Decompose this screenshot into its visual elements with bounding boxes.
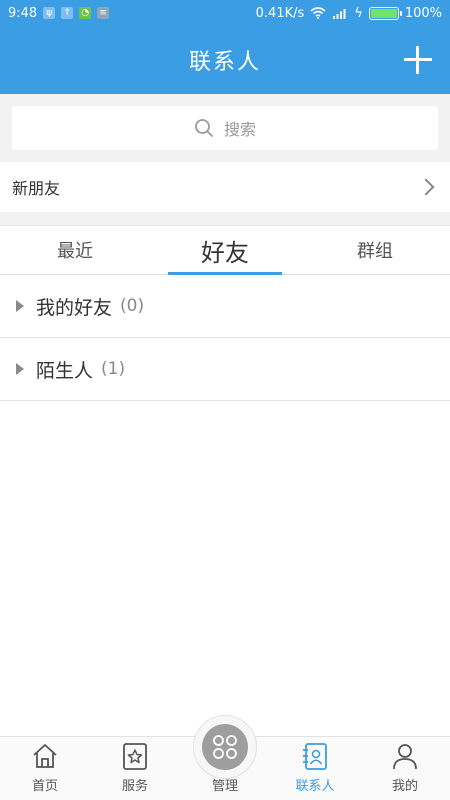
search-icon xyxy=(195,119,213,137)
search-placeholder: 搜索 xyxy=(223,120,256,139)
status-time: 9:48 xyxy=(8,5,38,21)
tabbar-service[interactable]: 服务 xyxy=(90,737,180,800)
bottom-tab-bar: 首页 服务 管理 联系人 我的 xyxy=(0,715,450,800)
group-row-strangers[interactable]: 陌生人 (1) xyxy=(0,338,450,401)
search-input[interactable]: 搜索 xyxy=(12,106,438,150)
tabbar-label: 我的 xyxy=(391,779,418,794)
upload-icon: ↑ xyxy=(61,7,74,19)
tabbar-label: 服务 xyxy=(121,779,148,794)
wifi-icon xyxy=(310,7,326,19)
group-row-my-friends[interactable]: 我的好友 (0) xyxy=(0,275,450,338)
tabbar-label: 首页 xyxy=(31,779,58,794)
notes-icon: ≡ xyxy=(97,7,110,19)
friend-group-list: 我的好友 (0) 陌生人 (1) xyxy=(0,275,450,736)
tabbar-label: 联系人 xyxy=(295,779,335,794)
group-count: (0) xyxy=(120,296,145,316)
signal-icon xyxy=(333,9,346,19)
new-friend-label: 新朋友 xyxy=(12,179,61,198)
status-bar: 9:48 ψ ↑ ◔ ≡ 0.41K/s ϟ 100% xyxy=(0,0,450,26)
tab-recent[interactable]: 最近 xyxy=(0,226,150,274)
battery-icon xyxy=(368,6,402,20)
network-speed: 0.41K/s xyxy=(255,5,305,21)
new-friend-row[interactable]: 新朋友 xyxy=(0,162,450,212)
tabbar-home[interactable]: 首页 xyxy=(0,737,90,800)
manage-grid-icon xyxy=(202,724,248,770)
user-icon xyxy=(393,744,417,770)
section-divider xyxy=(0,212,450,225)
expand-triangle-icon xyxy=(16,300,24,312)
status-left: 9:48 ψ ↑ ◔ ≡ xyxy=(8,5,110,21)
service-star-icon xyxy=(123,743,147,770)
status-right: 0.41K/s ϟ 100% xyxy=(256,6,442,21)
battery-percent: 100% xyxy=(404,5,442,21)
add-contact-button[interactable] xyxy=(404,46,432,74)
group-count: (1) xyxy=(101,359,126,379)
tab-friends[interactable]: 好友 xyxy=(150,226,300,275)
tabbar-mine[interactable]: 我的 xyxy=(360,737,450,800)
app-header: 联系人 xyxy=(0,26,450,94)
charging-icon: ϟ xyxy=(354,5,363,21)
chevron-right-icon xyxy=(417,178,435,196)
tabbar-contacts[interactable]: 联系人 xyxy=(270,737,360,800)
group-name: 陌生人 xyxy=(36,359,94,382)
expand-triangle-icon xyxy=(16,363,24,375)
tabbar-manage[interactable]: 管理 xyxy=(180,715,270,800)
manage-button[interactable] xyxy=(193,715,257,779)
page-title: 联系人 xyxy=(188,50,261,75)
contacts-book-icon xyxy=(303,743,327,770)
group-name: 我的好友 xyxy=(36,296,113,319)
search-area: 搜索 xyxy=(0,94,450,162)
contact-tabs: 最近 好友 群组 xyxy=(0,225,450,275)
home-icon xyxy=(33,744,57,768)
tab-groups[interactable]: 群组 xyxy=(300,226,450,274)
android-icon: ◔ xyxy=(79,7,92,19)
usb-icon: ψ xyxy=(43,7,56,19)
